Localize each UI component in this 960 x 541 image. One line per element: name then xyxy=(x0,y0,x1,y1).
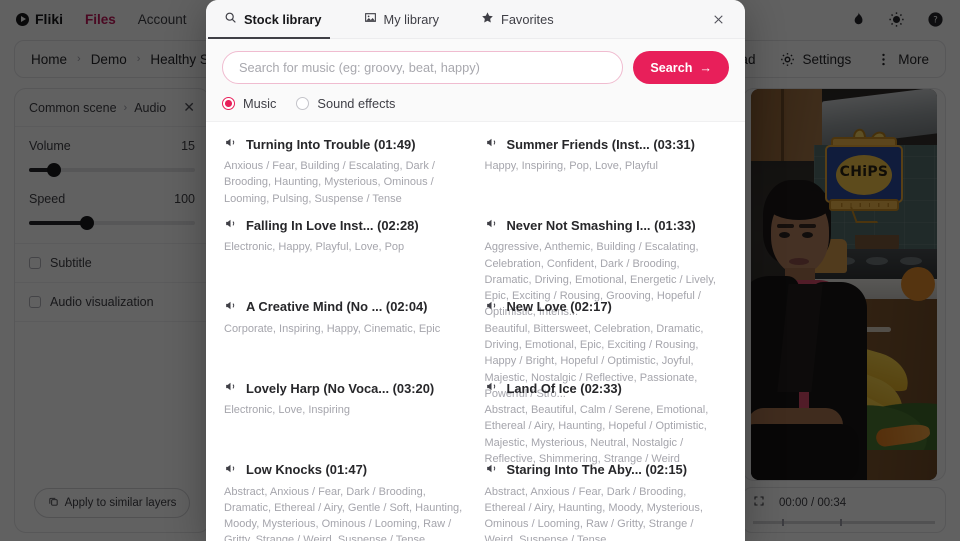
track-tags: Electronic, Happy, Playful, Love, Pop xyxy=(224,241,405,254)
track-title: New Love (02:17) xyxy=(506,299,612,315)
track-item[interactable]: Turning Into Trouble (01:49) Anxious / F… xyxy=(224,136,467,205)
track-title: Lovely Harp (No Voca... (03:20) xyxy=(246,380,435,396)
track-title-row[interactable]: Falling In Love Inst... (02:28) xyxy=(224,217,467,233)
track-item[interactable]: Lovely Harp (No Voca... (03:20) Electron… xyxy=(224,358,467,439)
tab-favorites[interactable]: Favorites xyxy=(479,0,570,38)
track-title-row[interactable]: A Creative Mind (No ... (02:04) xyxy=(224,299,467,315)
track-tags: Corporate, Inspiring, Happy, Cinematic, … xyxy=(224,322,441,335)
speaker-icon[interactable] xyxy=(485,217,498,233)
track-item[interactable]: Never Not Smashing I... (01:33) Aggressi… xyxy=(485,195,728,319)
track-title: Summer Friends (Inst... (03:31) xyxy=(506,136,695,152)
radio-sound-effects-icon[interactable] xyxy=(296,97,310,110)
speaker-icon[interactable] xyxy=(224,217,237,233)
radio-music[interactable]: Music xyxy=(222,96,276,111)
speaker-icon[interactable] xyxy=(224,299,237,315)
media-type-filters: Music Sound effects xyxy=(222,96,729,111)
tab-my-library[interactable]: My library xyxy=(362,0,455,38)
tab-favorites-label: Favorites xyxy=(501,11,554,27)
image-icon xyxy=(364,11,377,27)
track-title-row[interactable]: Low Knocks (01:47) xyxy=(224,462,467,478)
speaker-icon[interactable] xyxy=(485,299,498,315)
track-item[interactable]: Staring Into The Aby... (02:15) Abstract… xyxy=(485,440,728,541)
speaker-icon[interactable] xyxy=(224,136,237,152)
track-item[interactable]: Land Of Ice (02:33) Abstract, Beautiful,… xyxy=(485,358,728,465)
radio-music-label: Music xyxy=(243,96,277,111)
modal-tabs: Stock library My library Favorites xyxy=(206,0,745,39)
track-title: Falling In Love Inst... (02:28) xyxy=(246,217,419,233)
track-item[interactable]: Low Knocks (01:47) Abstract, Anxious / F… xyxy=(224,440,467,541)
search-input[interactable] xyxy=(222,51,624,84)
track-title-row[interactable]: Turning Into Trouble (01:49) xyxy=(224,136,467,152)
track-tags: Happy, Inspiring, Pop, Love, Playful xyxy=(484,160,658,172)
speaker-icon[interactable] xyxy=(485,380,498,396)
app-root: Fliki Files Account ? Home › Demo › xyxy=(0,0,960,541)
tab-my-library-label: My library xyxy=(383,11,439,27)
search-row: Search → xyxy=(222,51,729,84)
track-title: Turning Into Trouble (01:49) xyxy=(246,136,416,152)
modal-search-section: Search → Music Sound effects xyxy=(206,39,745,122)
track-title-row[interactable]: Staring Into The Aby... (02:15) xyxy=(485,462,728,478)
star-icon xyxy=(481,11,494,27)
track-tags: Abstract, Anxious / Fear, Dark / Broodin… xyxy=(484,485,703,541)
track-item[interactable]: A Creative Mind (No ... (02:04) Corporat… xyxy=(224,277,467,358)
track-title-row[interactable]: New Love (02:17) xyxy=(485,299,728,315)
speaker-icon[interactable] xyxy=(485,462,498,478)
search-button[interactable]: Search → xyxy=(633,51,729,84)
track-tags: Abstract, Anxious / Fear, Dark / Broodin… xyxy=(224,485,463,541)
track-item[interactable]: Summer Friends (Inst... (03:31) Happy, I… xyxy=(485,136,728,195)
track-title: Never Not Smashing I... (01:33) xyxy=(506,217,696,233)
track-title-row[interactable]: Lovely Harp (No Voca... (03:20) xyxy=(224,380,467,396)
tab-stock-library-label: Stock library xyxy=(244,11,322,27)
tab-stock-library[interactable]: Stock library xyxy=(208,0,338,39)
track-title: A Creative Mind (No ... (02:04) xyxy=(246,299,428,315)
track-title: Land Of Ice (02:33) xyxy=(506,380,622,396)
speaker-icon[interactable] xyxy=(485,136,498,152)
track-title: Staring Into The Aby... (02:15) xyxy=(506,462,688,478)
speaker-icon[interactable] xyxy=(224,462,237,478)
track-title: Low Knocks (01:47) xyxy=(246,462,368,478)
track-title-row[interactable]: Land Of Ice (02:33) xyxy=(485,380,728,396)
track-title-row[interactable]: Summer Friends (Inst... (03:31) xyxy=(485,136,728,152)
track-title-row[interactable]: Never Not Smashing I... (01:33) xyxy=(485,217,728,233)
track-item[interactable]: Falling In Love Inst... (02:28) Electron… xyxy=(224,195,467,276)
audio-library-modal: Stock library My library Favorites Searc… xyxy=(206,0,745,541)
track-results-list[interactable]: Turning Into Trouble (01:49) Anxious / F… xyxy=(206,122,745,541)
radio-sound-effects[interactable]: Sound effects xyxy=(296,96,395,111)
close-modal-button[interactable] xyxy=(707,8,729,30)
track-tags: Electronic, Love, Inspiring xyxy=(224,404,350,417)
track-item[interactable]: New Love (02:17) Beautiful, Bittersweet,… xyxy=(485,277,728,400)
speaker-icon[interactable] xyxy=(224,380,237,396)
radio-sound-effects-label: Sound effects xyxy=(317,96,396,111)
radio-music-icon[interactable] xyxy=(222,97,235,110)
arrow-right-icon: → xyxy=(699,60,712,75)
search-icon xyxy=(224,11,237,27)
search-button-label: Search xyxy=(650,60,693,75)
